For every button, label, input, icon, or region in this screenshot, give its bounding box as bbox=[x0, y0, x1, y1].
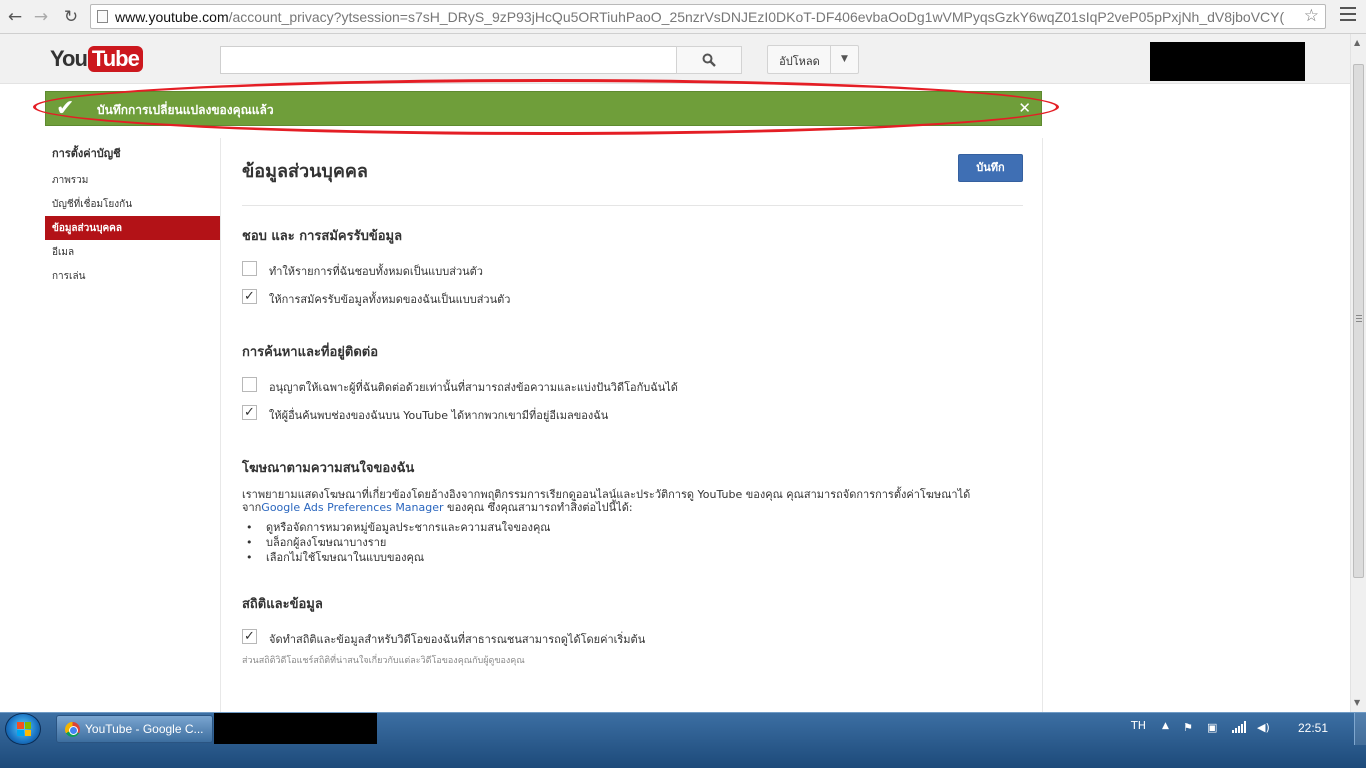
browser-toolbar: ← → ↻ www.youtube.com/account_privacy?yt… bbox=[0, 0, 1366, 34]
windows-taskbar: YouTube - Google C... TH ▲ ⚑ ▣ ◀) 22:51 bbox=[0, 712, 1366, 768]
grip-icon bbox=[1356, 315, 1362, 324]
ads-text-after: ของคุณ ซึ่งคุณสามารถทำสิ่งต่อไปนี้ได้: bbox=[443, 501, 633, 514]
logo-tube: Tube bbox=[87, 46, 143, 72]
stats-hint: ส่วนสถิติวิดีโอแชร์สถิติที่น่าสนใจเกี่ยว… bbox=[242, 656, 525, 666]
chevron-down-icon[interactable]: ▼ bbox=[830, 46, 858, 73]
search-input[interactable] bbox=[220, 46, 677, 74]
taskbar-chrome-window[interactable]: YouTube - Google C... bbox=[56, 715, 213, 743]
section-title-stats-data: สถิติและข้อมูล bbox=[242, 597, 323, 612]
chrome-icon bbox=[65, 722, 80, 737]
list-item: ดูหรือจัดการหมวดหมู่ข้อมูลประชากรและความ… bbox=[242, 520, 551, 535]
chrome-menu-icon[interactable] bbox=[1340, 7, 1356, 25]
url-host: www.youtube.com bbox=[115, 9, 229, 25]
signal-bars bbox=[1232, 721, 1246, 733]
divider bbox=[242, 205, 1023, 206]
public-stats-checkbox[interactable]: ✓ bbox=[242, 629, 257, 644]
youtube-masthead: You Tube อัปโหลด ▼ bbox=[0, 34, 1350, 84]
section-title-likes-subscriptions: ชอบ และ การสมัครรับข้อมูล bbox=[242, 229, 403, 244]
nav-item-privacy[interactable]: ข้อมูลส่วนบุคคล bbox=[45, 216, 220, 240]
ads-preferences-link[interactable]: Google Ads Preferences Manager bbox=[261, 501, 443, 514]
scroll-up-icon[interactable]: ▲ bbox=[1354, 38, 1360, 47]
network-signal-icon[interactable] bbox=[1232, 721, 1246, 736]
upload-label: อัปโหลด bbox=[779, 55, 820, 68]
page-icon bbox=[97, 10, 108, 23]
list-item: บล็อกผู้ลงโฆษณาบางราย bbox=[242, 535, 551, 550]
page-scrollbar[interactable]: ▲ ▼ bbox=[1350, 34, 1366, 712]
start-button[interactable] bbox=[5, 713, 41, 745]
ads-bullet-list: ดูหรือจัดการหมวดหมู่ข้อมูลประชากรและความ… bbox=[242, 520, 551, 565]
option-label: ให้ผู้อื่นค้นพบช่องของฉันบน YouTube ได้ห… bbox=[269, 409, 609, 422]
page-title: ข้อมูลส่วนบุคคล bbox=[242, 161, 368, 182]
search-icon bbox=[702, 53, 716, 67]
discover-by-email-checkbox[interactable]: ✓ bbox=[242, 405, 257, 420]
forward-arrow-icon[interactable]: → bbox=[30, 6, 52, 28]
url-path: /account_privacy?ytsession=s7sH_DRyS_9zP… bbox=[228, 9, 1285, 25]
section-title-search-contacts: การค้นหาและที่อยู่ติดต่อ bbox=[242, 345, 379, 360]
option-label: อนุญาตให้เฉพาะผู้ที่ฉันติดต่อด้วยเท่านั้… bbox=[269, 381, 678, 394]
option-label: ทำให้รายการที่ฉันชอบทั้งหมดเป็นแบบส่วนตั… bbox=[269, 265, 483, 278]
bookmark-star-icon[interactable]: ☆ bbox=[1304, 6, 1319, 26]
windows-logo-icon bbox=[17, 722, 31, 736]
nav-item-overview[interactable]: ภาพรวม bbox=[45, 168, 220, 192]
ads-description: เราพยายามแสดงโฆษณาที่เกี่ยวข้องโดยอ้างอิ… bbox=[242, 488, 1022, 514]
annotation-ellipse bbox=[33, 79, 1059, 135]
youtube-logo[interactable]: You Tube bbox=[50, 46, 143, 72]
logo-you: You bbox=[50, 46, 88, 71]
save-button[interactable]: บันทึก bbox=[958, 154, 1023, 182]
private-likes-checkbox[interactable] bbox=[242, 261, 257, 276]
taskbar-redacted bbox=[214, 713, 377, 744]
account-settings-nav: การตั้งค่าบัญชี ภาพรวม บัญชีที่เชื่อมโยง… bbox=[45, 138, 220, 288]
language-indicator[interactable]: TH bbox=[1131, 719, 1146, 732]
section-title-interest-ads: โฆษณาตามความสนใจของฉัน bbox=[242, 461, 415, 476]
nav-heading[interactable]: การตั้งค่าบัญชี bbox=[45, 138, 220, 168]
private-subscriptions-checkbox[interactable]: ✓ bbox=[242, 289, 257, 304]
nav-item-email[interactable]: อีเมล bbox=[45, 240, 220, 264]
action-center-flag-icon[interactable]: ⚑ bbox=[1183, 721, 1193, 734]
device-icon[interactable]: ▣ bbox=[1207, 721, 1217, 734]
list-item: เลือกไม่ใช้โฆษณาในแบบของคุณ bbox=[242, 550, 551, 565]
privacy-settings-panel: ข้อมูลส่วนบุคคล บันทึก ชอบ และ การสมัครร… bbox=[220, 138, 1043, 713]
back-arrow-icon[interactable]: ← bbox=[4, 6, 26, 28]
volume-icon[interactable]: ◀) bbox=[1257, 721, 1270, 734]
reload-icon[interactable]: ↻ bbox=[60, 6, 82, 28]
contacts-only-checkbox[interactable] bbox=[242, 377, 257, 392]
show-desktop-button[interactable] bbox=[1354, 713, 1366, 745]
task-label: YouTube - Google C... bbox=[85, 722, 204, 736]
nav-item-playback[interactable]: การเล่น bbox=[45, 264, 220, 288]
option-label: จัดทำสถิติและข้อมูลสำหรับวิดีโอของฉันที่… bbox=[269, 633, 646, 646]
scroll-down-icon[interactable]: ▼ bbox=[1354, 698, 1360, 707]
search-button[interactable] bbox=[676, 46, 742, 74]
option-label: ให้การสมัครรับข้อมูลทั้งหมดของฉันเป็นแบบ… bbox=[269, 293, 511, 306]
address-url[interactable]: www.youtube.com/account_privacy?ytsessio… bbox=[115, 9, 1295, 25]
upload-button[interactable]: อัปโหลด ▼ bbox=[767, 45, 859, 74]
account-redacted bbox=[1150, 42, 1305, 81]
address-bar[interactable]: www.youtube.com/account_privacy?ytsessio… bbox=[90, 4, 1326, 29]
tray-expand-icon[interactable]: ▲ bbox=[1162, 721, 1169, 731]
nav-item-connected-accounts[interactable]: บัญชีที่เชื่อมโยงกัน bbox=[45, 192, 220, 216]
system-clock[interactable]: 22:51 bbox=[1298, 721, 1328, 735]
scrollbar-thumb[interactable] bbox=[1353, 64, 1364, 578]
